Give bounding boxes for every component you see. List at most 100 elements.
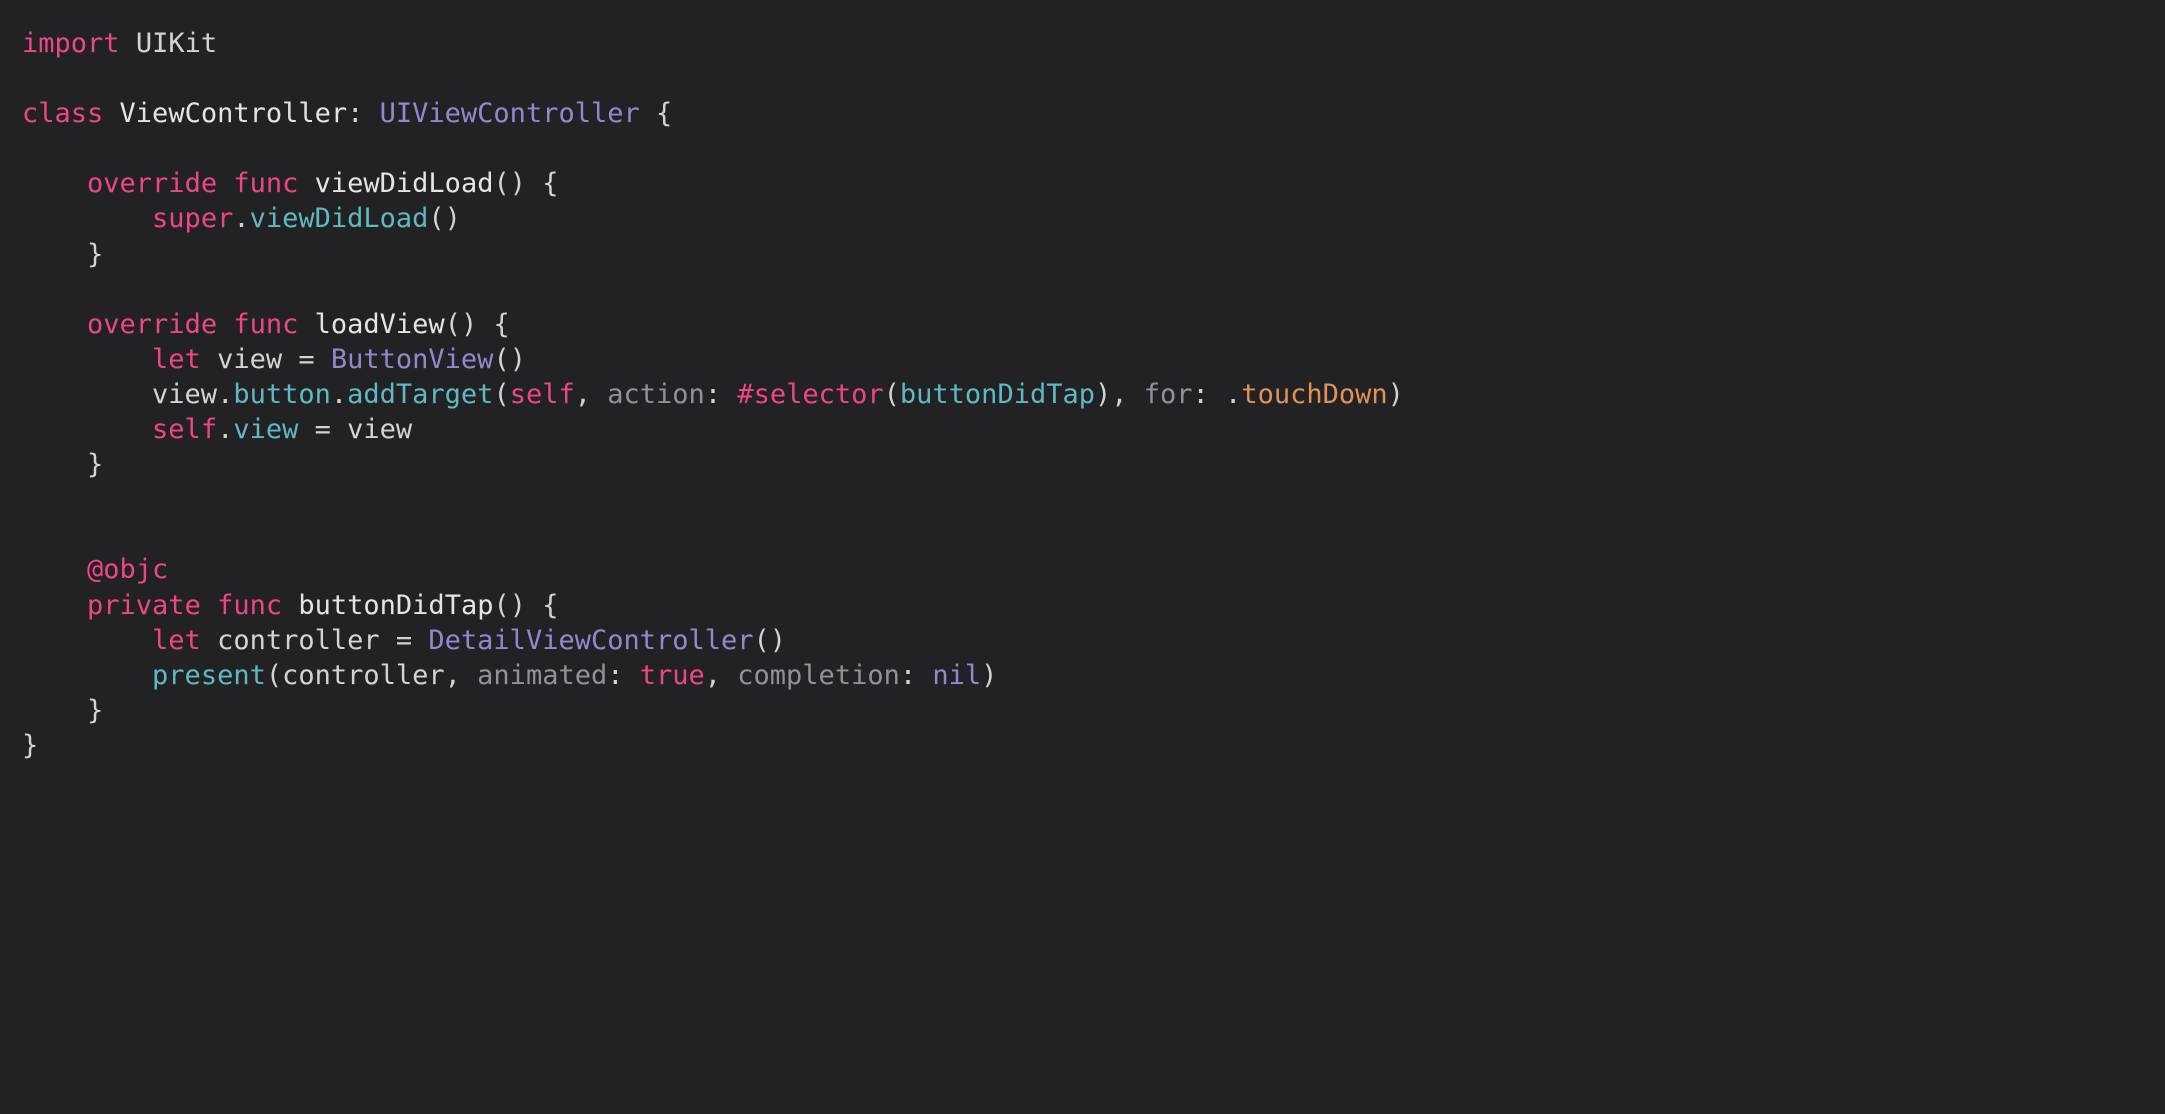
code-token: button xyxy=(233,379,331,410)
code-token: override xyxy=(87,168,217,199)
code-line: class ViewController: UIViewController { xyxy=(22,98,672,129)
code-token: loadView xyxy=(315,309,445,340)
code-token xyxy=(22,203,152,234)
code-token: { xyxy=(640,98,673,129)
code-token: private xyxy=(87,590,201,621)
code-token: true xyxy=(640,660,705,691)
code-token: = view xyxy=(298,414,412,445)
code-token: animated xyxy=(477,660,607,691)
code-token: func xyxy=(233,168,298,199)
code-token xyxy=(22,344,152,375)
code-line: } xyxy=(22,695,103,726)
code-token: DetailViewController xyxy=(428,625,753,656)
code-token: let xyxy=(152,625,201,656)
code-token: super xyxy=(152,203,233,234)
code-token: } xyxy=(22,239,103,270)
code-token: } xyxy=(22,449,103,480)
code-token: : xyxy=(900,660,933,691)
code-token: ( xyxy=(493,379,509,410)
code-token: () { xyxy=(493,168,558,199)
code-token xyxy=(22,168,87,199)
code-line: present(controller, animated: true, comp… xyxy=(22,660,997,691)
code-token: buttonDidTap xyxy=(900,379,1095,410)
code-token: : xyxy=(705,379,738,410)
code-token: viewDidLoad xyxy=(250,203,429,234)
code-token: func xyxy=(233,309,298,340)
code-token: present xyxy=(152,660,266,691)
code-token: let xyxy=(152,344,201,375)
code-token: ) xyxy=(1388,379,1404,410)
code-line: self.view = view xyxy=(22,414,412,445)
code-line: override func loadView() { xyxy=(22,309,510,340)
code-token xyxy=(22,590,87,621)
code-token: () { xyxy=(493,590,558,621)
code-line: override func viewDidLoad() { xyxy=(22,168,558,199)
code-token: : xyxy=(607,660,640,691)
code-token: UIKit xyxy=(136,28,217,59)
code-token: ( xyxy=(884,379,900,410)
code-token xyxy=(22,309,87,340)
code-line: view.button.addTarget(self, action: #sel… xyxy=(22,379,1404,410)
code-token: import xyxy=(22,28,120,59)
code-token xyxy=(22,625,152,656)
code-token: ) xyxy=(981,660,997,691)
code-token: (controller, xyxy=(266,660,477,691)
code-token: view. xyxy=(22,379,233,410)
code-line: private func buttonDidTap() { xyxy=(22,590,559,621)
code-line: } xyxy=(22,239,103,270)
code-line: @objc xyxy=(22,554,168,585)
code-line: super.viewDidLoad() xyxy=(22,203,461,234)
code-token: nil xyxy=(932,660,981,691)
code-token xyxy=(22,554,87,585)
code-line: let view = ButtonView() xyxy=(22,344,526,375)
code-token: #selector xyxy=(737,379,883,410)
code-token: action xyxy=(607,379,705,410)
code-token: . xyxy=(233,203,249,234)
code-token xyxy=(120,28,136,59)
code-token: UIViewController xyxy=(380,98,640,129)
code-token xyxy=(282,590,298,621)
code-token: , xyxy=(705,660,738,691)
code-token: ViewController xyxy=(120,98,348,129)
code-token: () xyxy=(754,625,787,656)
code-token: view xyxy=(233,414,298,445)
code-token: () { xyxy=(445,309,510,340)
code-token: } xyxy=(22,695,103,726)
code-token: () xyxy=(493,344,526,375)
code-token: completion xyxy=(737,660,900,691)
code-token: } xyxy=(22,730,38,761)
code-token: @objc xyxy=(87,554,168,585)
code-token: func xyxy=(217,590,282,621)
code-block: import UIKit class ViewController: UIVie… xyxy=(0,0,2165,789)
code-token: ButtonView xyxy=(331,344,494,375)
code-token: addTarget xyxy=(347,379,493,410)
code-token: self xyxy=(152,414,217,445)
code-token xyxy=(217,309,233,340)
code-token xyxy=(298,309,314,340)
code-line: } xyxy=(22,730,38,761)
code-token: : xyxy=(347,98,380,129)
code-line: } xyxy=(22,449,103,480)
code-line: let controller = DetailViewController() xyxy=(22,625,786,656)
code-token: override xyxy=(87,309,217,340)
code-token: class xyxy=(22,98,103,129)
code-token: , xyxy=(575,379,608,410)
code-token xyxy=(201,590,217,621)
code-token: . xyxy=(331,379,347,410)
code-token: self xyxy=(510,379,575,410)
code-token: controller = xyxy=(201,625,429,656)
code-token: : . xyxy=(1193,379,1242,410)
code-token: buttonDidTap xyxy=(298,590,493,621)
code-token: . xyxy=(217,414,233,445)
code-token xyxy=(22,414,152,445)
code-token xyxy=(217,168,233,199)
code-token: () xyxy=(428,203,461,234)
code-token: touchDown xyxy=(1241,379,1387,410)
code-token xyxy=(103,98,119,129)
code-token xyxy=(22,660,152,691)
code-token: view = xyxy=(201,344,331,375)
code-line: import UIKit xyxy=(22,28,217,59)
code-token: ), xyxy=(1095,379,1144,410)
code-token xyxy=(298,168,314,199)
code-token: viewDidLoad xyxy=(315,168,494,199)
